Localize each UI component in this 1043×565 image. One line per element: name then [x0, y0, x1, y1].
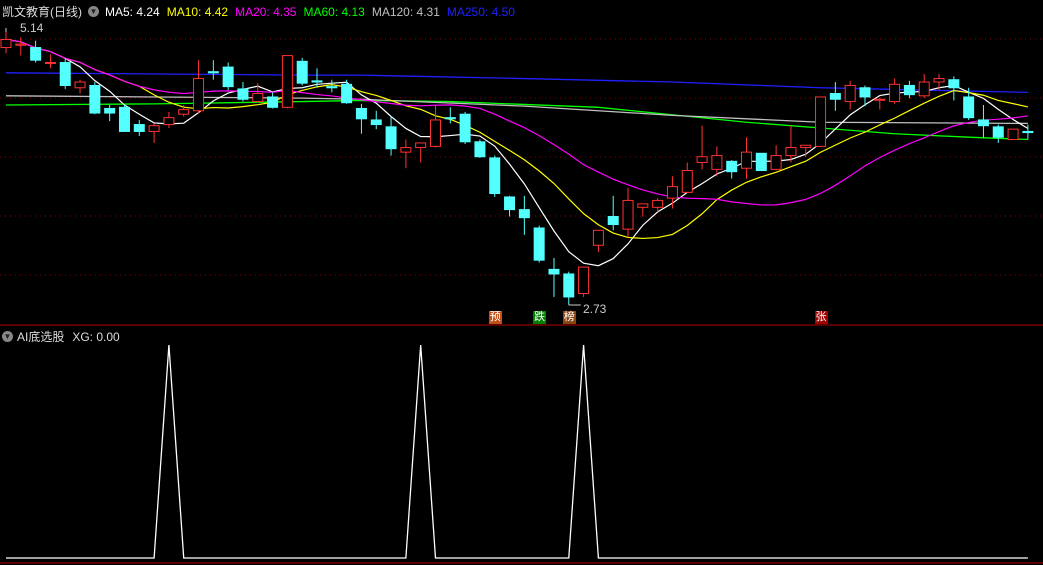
ma-legend: MA5: 4.24 MA10: 4.42 MA20: 4.35 MA60: 4.13 M…: [105, 5, 515, 19]
indicator-header: ▼ AI底选股 XG: 0.00: [2, 328, 120, 345]
candle-down: [726, 160, 738, 173]
candle-up: [148, 125, 160, 132]
candle-up: [429, 119, 441, 147]
ma-legend-item: MA250: 4.50: [446, 4, 515, 19]
candle-down: [237, 88, 249, 100]
candle-down: [133, 124, 145, 132]
candle-up: [889, 83, 901, 103]
ma10-line: [5, 38, 1029, 240]
candle-down: [459, 113, 471, 143]
candle-down: [30, 47, 42, 61]
candle-up: [281, 55, 293, 108]
low-price-label: 2.73: [583, 302, 607, 316]
candle-down: [370, 119, 382, 126]
indicator-title: AI底选股: [17, 330, 65, 344]
candle-down: [548, 268, 560, 275]
high-price-label: 5.14: [20, 21, 44, 35]
candle-down: [296, 60, 308, 84]
candle-down: [755, 152, 767, 172]
candle-up: [622, 199, 634, 230]
candle-up: [0, 38, 12, 49]
candle-down: [341, 83, 353, 104]
candle-down: [859, 87, 871, 98]
candle-up: [741, 151, 752, 169]
candle-down: [104, 107, 116, 114]
candle-up: [874, 98, 886, 101]
candle-up: [44, 61, 56, 64]
candle-up: [770, 155, 782, 170]
candle-down: [474, 141, 486, 158]
chart-header: 凯文教育(日线) ▼ MA5: 4.24 MA10: 4.42 MA20: 4.35…: [2, 3, 515, 20]
candle-up: [15, 43, 27, 46]
candle-down: [1022, 130, 1034, 134]
candle-down: [977, 119, 989, 127]
signal-marker[interactable]: 跌: [533, 311, 547, 324]
candle-up: [193, 78, 205, 112]
stock-chart[interactable]: [0, 0, 1043, 565]
candle-down: [948, 79, 960, 89]
ma-legend-item: MA5: 4.24: [105, 4, 160, 19]
candle-up: [637, 203, 649, 208]
indicator-value: XG: 0.00: [72, 329, 120, 344]
candle-up: [666, 186, 678, 199]
signal-marker[interactable]: 榜: [562, 311, 576, 324]
ma-legend-item: MA120: 4.31: [371, 4, 440, 19]
candle-down: [563, 273, 575, 298]
candle-down: [504, 196, 516, 211]
candle-up: [652, 199, 664, 208]
candle-up: [785, 147, 797, 157]
candle-down: [518, 209, 530, 219]
candle-up: [578, 266, 590, 295]
candle-down: [963, 96, 975, 119]
ma-legend-item: MA20: 4.35: [235, 4, 297, 19]
candle-down: [489, 157, 501, 195]
candle-up: [696, 156, 708, 163]
chevron-down-icon[interactable]: ▼: [88, 6, 99, 17]
candle-down: [118, 106, 130, 132]
candle-down: [311, 80, 323, 83]
candle-down: [444, 117, 456, 120]
ma250-line: [5, 72, 1028, 94]
candle-down: [207, 71, 219, 74]
candle-down: [607, 216, 619, 226]
candle-down: [267, 96, 279, 108]
candle-up: [74, 81, 86, 89]
candle-up: [400, 147, 412, 153]
candle-up: [711, 155, 723, 170]
chevron-down-icon[interactable]: ▼: [2, 331, 13, 342]
ma-legend-item: MA10: 4.42: [166, 4, 229, 19]
candle-down: [385, 126, 397, 150]
ma-legend-item: MA60: 4.13: [303, 4, 365, 19]
candle-down: [829, 93, 841, 100]
candle-down: [533, 227, 545, 261]
xg-line: [6, 344, 1028, 559]
stock-title: 凯文教育(日线): [2, 5, 82, 19]
candle-up: [1007, 128, 1019, 140]
candle-up: [844, 84, 856, 103]
candle-down: [89, 84, 101, 114]
candle-down: [992, 126, 1004, 138]
candle-down: [326, 86, 338, 89]
candle-down: [222, 66, 234, 88]
candle-up: [163, 117, 175, 126]
candle-up: [415, 142, 427, 149]
candle-up: [918, 81, 930, 97]
candle-up: [681, 170, 693, 193]
candle-up: [252, 93, 264, 103]
candle-up: [592, 229, 604, 246]
candle-up: [178, 109, 190, 115]
signal-marker[interactable]: 张: [814, 311, 828, 324]
candle-up: [800, 144, 812, 149]
signal-marker[interactable]: 预: [488, 311, 502, 324]
candle-down: [59, 61, 71, 86]
candle-up: [815, 96, 827, 147]
candle-down: [355, 107, 367, 120]
candle-up: [933, 78, 945, 83]
candle-down: [903, 84, 915, 96]
